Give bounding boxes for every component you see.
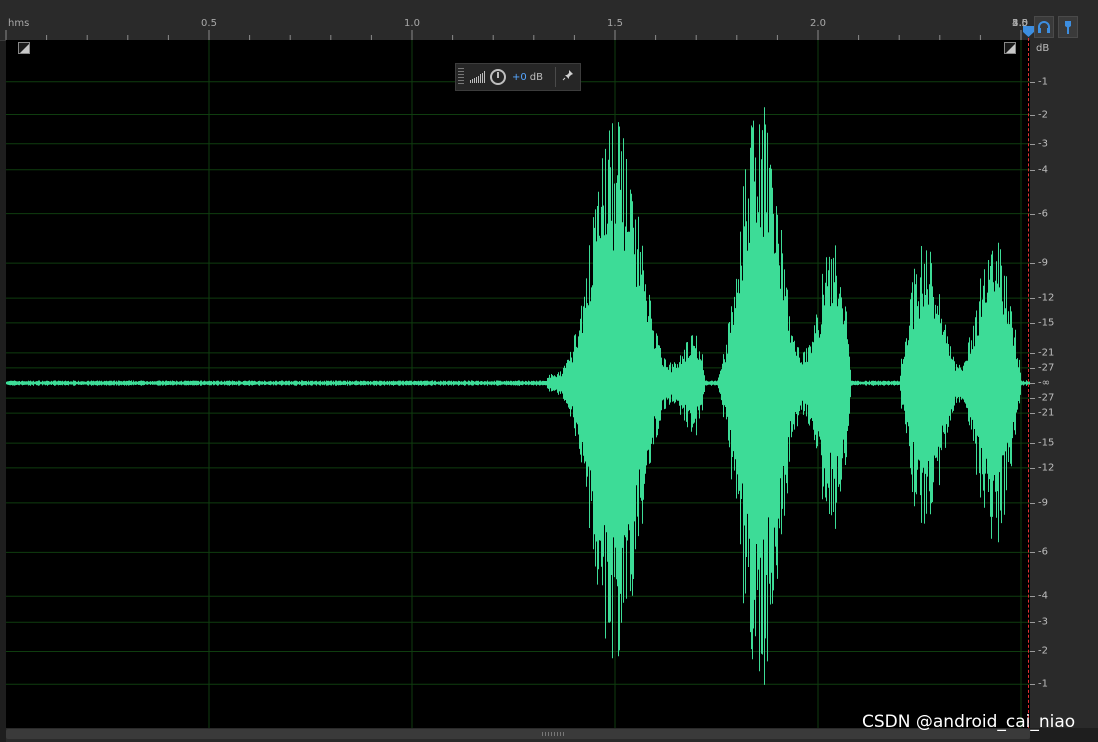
playhead-line[interactable] bbox=[1028, 38, 1029, 728]
db-label: -9 bbox=[1038, 497, 1048, 509]
db-label: -6 bbox=[1038, 546, 1048, 558]
db-tick bbox=[1030, 322, 1035, 324]
grip-icon[interactable] bbox=[458, 68, 464, 86]
db-scale: dB -1 -2 -3 -4 -6 -9 -12 -15 -21 -27 -∞ -27 -21 -15 -1… bbox=[1030, 40, 1098, 728]
waveform-canvas[interactable] bbox=[6, 40, 1030, 728]
db-tick bbox=[1030, 298, 1035, 300]
db-tick bbox=[1030, 352, 1035, 354]
pin-icon[interactable] bbox=[560, 69, 576, 85]
scroll-grip-icon bbox=[542, 732, 566, 736]
waveform-path bbox=[6, 107, 1030, 685]
db-tick bbox=[1030, 467, 1035, 469]
db-tick bbox=[1030, 413, 1035, 415]
db-tick bbox=[1030, 684, 1035, 686]
db-tick bbox=[1030, 622, 1035, 624]
db-tick bbox=[1030, 443, 1035, 445]
db-label: -9 bbox=[1038, 257, 1048, 269]
ruler-label: 1.0 bbox=[404, 18, 420, 29]
db-tick bbox=[1030, 81, 1035, 83]
ruler-ticks bbox=[5, 30, 1022, 40]
db-tick bbox=[1030, 651, 1035, 653]
db-label: -∞ bbox=[1038, 377, 1050, 389]
audio-editor: hms 0.5 1.0 1.5 2.0 2.5 3.0 3.5 4.0 4.5 5.0 +0 dB bbox=[0, 0, 1098, 742]
db-label: -15 bbox=[1038, 317, 1055, 329]
db-label: -2 bbox=[1038, 645, 1048, 657]
db-label: -27 bbox=[1038, 362, 1055, 374]
db-tick bbox=[1030, 502, 1035, 504]
time-ruler[interactable]: hms 0.5 1.0 1.5 2.0 2.5 3.0 3.5 4.0 4.5 5.0 bbox=[0, 0, 1030, 41]
db-label: -21 bbox=[1038, 407, 1055, 419]
volume-meter-icon bbox=[470, 71, 485, 83]
db-unit-label: dB bbox=[1036, 43, 1050, 54]
db-tick bbox=[1030, 114, 1035, 116]
gain-knob-icon[interactable] bbox=[490, 69, 506, 85]
volume-hud[interactable]: +0 dB bbox=[455, 63, 581, 91]
db-label: -4 bbox=[1038, 590, 1048, 602]
ruler-label: 2.0 bbox=[810, 18, 826, 29]
db-label: -3 bbox=[1038, 138, 1048, 150]
hud-divider bbox=[555, 67, 556, 87]
db-label: -15 bbox=[1038, 437, 1055, 449]
header-controls bbox=[1030, 0, 1098, 40]
db-label: -1 bbox=[1038, 678, 1048, 690]
db-label: -1 bbox=[1038, 76, 1048, 88]
db-label: -4 bbox=[1038, 164, 1048, 176]
db-tick bbox=[1030, 263, 1035, 265]
db-tick bbox=[1030, 383, 1035, 384]
db-label: -27 bbox=[1038, 392, 1055, 404]
db-label: -12 bbox=[1038, 462, 1055, 474]
db-tick bbox=[1030, 213, 1035, 215]
db-label: -6 bbox=[1038, 208, 1048, 220]
zoom-corner-right-icon[interactable] bbox=[1004, 42, 1016, 54]
gain-unit: dB bbox=[529, 71, 543, 83]
zoom-corner-left-icon[interactable] bbox=[18, 42, 30, 54]
db-label: -21 bbox=[1038, 347, 1055, 359]
db-tick bbox=[1030, 398, 1035, 400]
waveform-display bbox=[6, 40, 1030, 728]
watermark: CSDN @android_cai_niao bbox=[862, 712, 1076, 732]
ruler-label: 1.5 bbox=[607, 18, 623, 29]
db-tick bbox=[1030, 143, 1035, 145]
headphones-icon[interactable] bbox=[1034, 16, 1054, 38]
db-tick bbox=[1030, 367, 1035, 369]
db-label: -12 bbox=[1038, 292, 1055, 304]
db-label: -2 bbox=[1038, 109, 1048, 121]
db-tick bbox=[1030, 169, 1035, 171]
db-tick bbox=[1030, 552, 1035, 554]
ruler-label: 0.5 bbox=[201, 18, 217, 29]
db-label: -3 bbox=[1038, 616, 1048, 628]
db-tick bbox=[1030, 596, 1035, 598]
marker-icon[interactable] bbox=[1058, 16, 1078, 38]
gain-value[interactable]: +0 bbox=[512, 72, 527, 83]
